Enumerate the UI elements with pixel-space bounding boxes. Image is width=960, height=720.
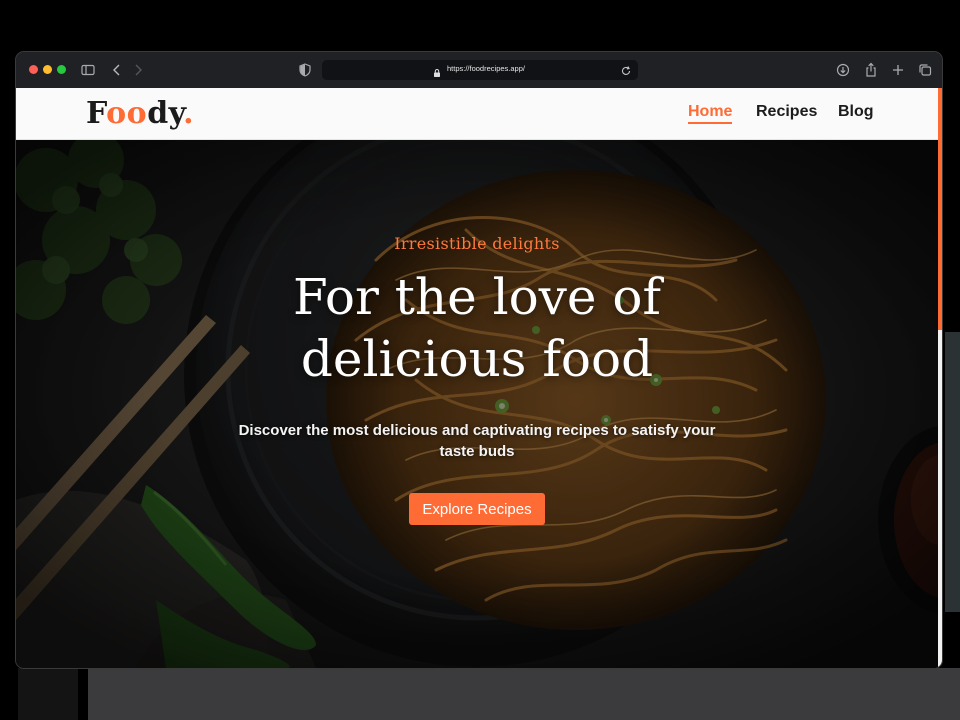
- site-logo[interactable]: Foody.: [86, 96, 194, 131]
- site-navbar: Foody. Home Recipes Blog: [16, 88, 942, 140]
- nav-link-blog[interactable]: Blog: [838, 103, 874, 121]
- browser-titlebar: https://foodrecipes.app/: [16, 52, 942, 89]
- minimize-window-button[interactable]: [43, 65, 52, 74]
- close-window-button[interactable]: [29, 65, 38, 74]
- back-chevron-icon[interactable]: [109, 62, 125, 78]
- hero-noodle-bowl-image: [16, 140, 942, 668]
- browser-window: https://foodrecipes.app/ Foody. Home Rec…: [16, 52, 942, 668]
- lock-icon: [432, 65, 442, 77]
- hero-headline-line: delicious food: [300, 330, 654, 388]
- hero-eyebrow: Irresistible delights: [394, 234, 560, 253]
- page-scrollbar-thumb[interactable]: [938, 88, 942, 330]
- reload-icon[interactable]: [620, 64, 632, 76]
- logo-accent-letters: oo: [106, 96, 148, 131]
- hero-headline: For the love of delicious food: [16, 266, 938, 390]
- share-icon[interactable]: [863, 62, 879, 78]
- nav-link-recipes[interactable]: Recipes: [756, 103, 817, 121]
- address-bar[interactable]: https://foodrecipes.app/: [322, 60, 638, 80]
- hero-subtext: Discover the most delicious and captivat…: [238, 422, 716, 460]
- forward-chevron-icon[interactable]: [130, 62, 146, 78]
- web-page: Foody. Home Recipes Blog Irresistible de…: [16, 88, 942, 668]
- explore-recipes-button[interactable]: Explore Recipes: [409, 493, 545, 525]
- zoom-window-button[interactable]: [57, 65, 66, 74]
- logo-letter: dy: [147, 96, 184, 131]
- url-text: https://foodrecipes.app/: [447, 64, 525, 73]
- tab-overview-icon[interactable]: [917, 62, 933, 78]
- shield-icon[interactable]: [297, 62, 313, 78]
- nav-link-home[interactable]: Home: [688, 103, 733, 124]
- sidebar-toggle-icon[interactable]: [80, 62, 96, 78]
- hero-section: Irresistible delights For the love of de…: [16, 140, 942, 668]
- logo-letter: F: [86, 96, 107, 131]
- background-panel: [18, 668, 78, 720]
- hero-headline-line: For the love of: [292, 268, 662, 326]
- new-tab-plus-icon[interactable]: [890, 62, 906, 78]
- background-panel: [88, 668, 960, 720]
- background-panel: [945, 332, 960, 612]
- logo-dot: .: [183, 96, 195, 131]
- download-icon[interactable]: [835, 62, 851, 78]
